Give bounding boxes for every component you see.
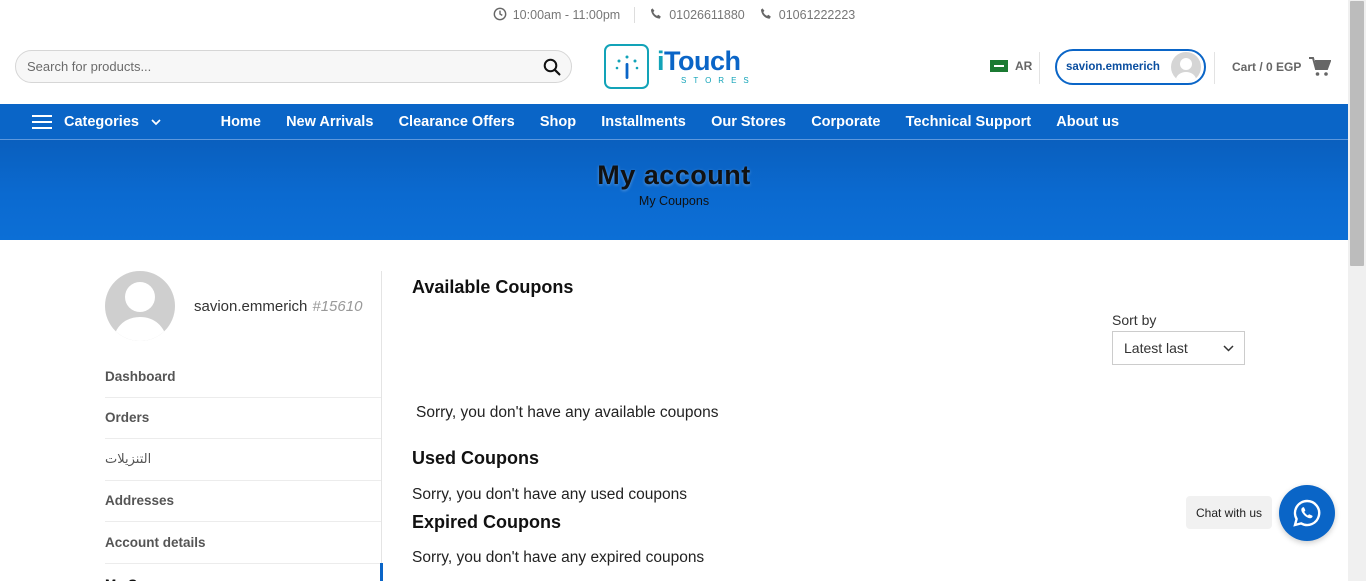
nav-item-home[interactable]: Home (208, 114, 273, 130)
scrollbar-thumb[interactable] (1350, 1, 1364, 266)
avatar-icon (1171, 52, 1201, 82)
nav-item-shop[interactable]: Shop (527, 114, 588, 130)
chevron-down-icon (151, 119, 161, 126)
search-button[interactable] (533, 51, 571, 82)
nav-menu: Home New Arrivals Clearance Offers Shop … (208, 104, 1132, 140)
page: 10:00am - 11:00pm 01026611880 0106122222… (0, 0, 1366, 581)
sidebar-item-account-details[interactable]: Account details (105, 522, 381, 564)
phone-link-1[interactable]: 01026611880 (649, 7, 745, 24)
logo-brand-rest: Touch (664, 46, 741, 76)
sidebar-item-dashboard[interactable]: Dashboard (105, 356, 381, 398)
sidebar-item-downloads[interactable]: التنزيلات (105, 439, 381, 481)
profile-username: savion.emmerich (194, 297, 308, 315)
phone-number-2[interactable]: 01061222223 (779, 8, 855, 22)
chat-label[interactable]: Chat with us (1186, 496, 1272, 529)
nav-item-technical-support[interactable]: Technical Support (893, 114, 1044, 130)
cart-link[interactable]: Cart / 0 EGP (1232, 57, 1332, 77)
nav-item-new-arrivals[interactable]: New Arrivals (273, 114, 386, 130)
user-profile: savion.emmerich #15610 (105, 271, 362, 341)
page-title: My account (597, 160, 751, 190)
sort-selected-value: Latest last (1124, 340, 1188, 356)
logo-wordmark: iTouch STORES (657, 48, 756, 85)
whatsapp-chat-button[interactable] (1279, 485, 1335, 541)
profile-name-line: savion.emmerich #15610 (194, 298, 362, 315)
sidebar-item-orders[interactable]: Orders (105, 398, 381, 439)
search-box (15, 50, 572, 83)
phone-icon (759, 7, 773, 24)
search-icon (543, 58, 561, 75)
account-button[interactable]: savion.emmerich (1055, 49, 1206, 85)
sort-label: Sort by (1112, 312, 1157, 328)
clock-icon (493, 7, 507, 24)
page-title-band: My account My Coupons (0, 140, 1348, 240)
profile-user-id: #15610 (312, 297, 363, 315)
sidebar-item-addresses[interactable]: Addresses (105, 481, 381, 522)
top-info-bar: 10:00am - 11:00pm 01026611880 0106122222… (0, 0, 1348, 30)
expired-coupons-heading: Expired Coupons (412, 512, 562, 532)
account-sidebar: savion.emmerich #15610 Dashboard Orders ا… (105, 271, 383, 581)
sort-control: Sort by Latest last (1112, 312, 1245, 365)
used-coupons-empty: Sorry, you don't have any used coupons (412, 486, 687, 503)
language-label: AR (1015, 59, 1033, 73)
logo-brand-prefix: i (657, 46, 665, 76)
cart-label: Cart / 0 EGP (1232, 60, 1302, 74)
sidebar-item-my-coupons[interactable]: My C... (105, 564, 381, 581)
breadcrumb: My Coupons (638, 194, 710, 208)
page-scrollbar[interactable] (1348, 0, 1366, 581)
phone-link-2[interactable]: 01061222223 (759, 7, 855, 24)
sort-select[interactable]: Latest last (1112, 331, 1245, 365)
account-menu: Dashboard Orders التنزيلات Addresses Acc… (105, 356, 381, 581)
flag-icon (990, 60, 1008, 72)
expired-coupons-empty: Sorry, you don't have any expired coupon… (412, 549, 705, 566)
divider (1214, 52, 1215, 84)
available-coupons-empty: Sorry, you don't have any available coup… (416, 404, 719, 421)
phone-icon (649, 7, 663, 24)
whatsapp-icon (1293, 499, 1321, 527)
avatar (105, 271, 175, 341)
nav-item-about-us[interactable]: About us (1044, 114, 1132, 130)
divider (634, 7, 636, 23)
opening-hours: 10:00am - 11:00pm (493, 7, 620, 24)
categories-toggle[interactable]: Categories (32, 104, 161, 140)
main-nav: Categories Home New Arrivals Clearance O… (0, 104, 1348, 140)
chevron-down-icon (1223, 345, 1234, 352)
search-input[interactable] (16, 51, 533, 82)
cart-icon (1309, 57, 1332, 76)
nav-item-installments[interactable]: Installments (589, 114, 699, 130)
active-indicator (380, 563, 383, 581)
phone-number-1[interactable]: 01026611880 (669, 8, 745, 22)
nav-item-corporate[interactable]: Corporate (799, 114, 893, 130)
divider (1039, 52, 1040, 84)
site-logo[interactable]: iTouch STORES (604, 44, 756, 89)
site-header: iTouch STORES AR savion.emmerich Cart / … (0, 30, 1348, 104)
language-switcher[interactable]: AR (990, 59, 1032, 73)
logo-mark (604, 44, 649, 89)
used-coupons-heading: Used Coupons (412, 448, 540, 468)
available-coupons-heading: Available Coupons (412, 277, 574, 297)
hours-text: 10:00am - 11:00pm (512, 8, 621, 22)
account-username: savion.emmerich (1066, 61, 1160, 73)
nav-item-our-stores[interactable]: Our Stores (698, 114, 798, 130)
categories-label: Categories (64, 114, 139, 130)
logo-subtitle: STORES (681, 76, 756, 85)
nav-item-clearance-offers[interactable]: Clearance Offers (386, 114, 527, 130)
hamburger-icon (32, 115, 52, 129)
